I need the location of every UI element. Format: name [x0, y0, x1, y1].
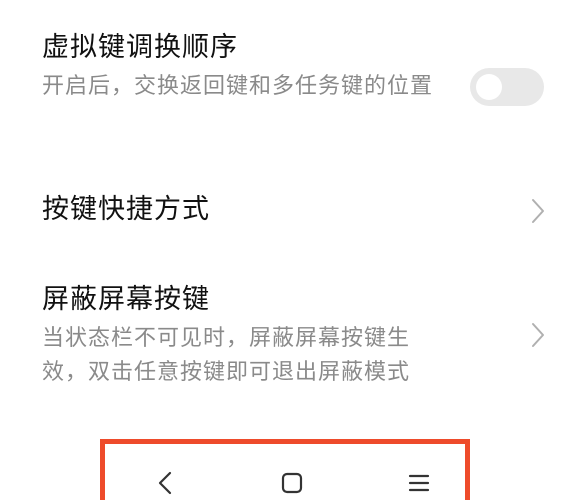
setting-title: 屏蔽屏幕按键: [42, 284, 210, 315]
toggle-knob: [476, 74, 502, 100]
home-icon: [281, 472, 303, 494]
setting-mask-keys[interactable]: 屏蔽屏幕按键 当状态栏不可见时，屏蔽屏幕按键生效，双击任意按键即可退出屏蔽模式: [42, 282, 585, 390]
setting-key-shortcuts[interactable]: 按键快捷方式: [42, 192, 585, 228]
menu-icon: [408, 474, 430, 492]
setting-description: 当状态栏不可见时，屏蔽屏幕按键生效，双击任意按键即可退出屏蔽模式: [42, 326, 411, 385]
chevron-right-icon: [532, 323, 544, 347]
setting-title: 虚拟键调换顺序: [42, 32, 238, 63]
back-icon: [158, 471, 172, 495]
home-button[interactable]: [274, 465, 310, 500]
chevron-right-icon: [532, 199, 544, 223]
setting-title: 按键快捷方式: [42, 194, 210, 225]
swap-keys-toggle[interactable]: [470, 68, 544, 106]
settings-screen: 虚拟键调换顺序 开启后，交换返回键和多任务键的位置 按键快捷方式 屏蔽屏幕按键 …: [0, 0, 585, 500]
back-button[interactable]: [147, 465, 183, 500]
menu-button[interactable]: [401, 465, 437, 500]
setting-description: 开启后，交换返回键和多任务键的位置: [42, 74, 434, 99]
